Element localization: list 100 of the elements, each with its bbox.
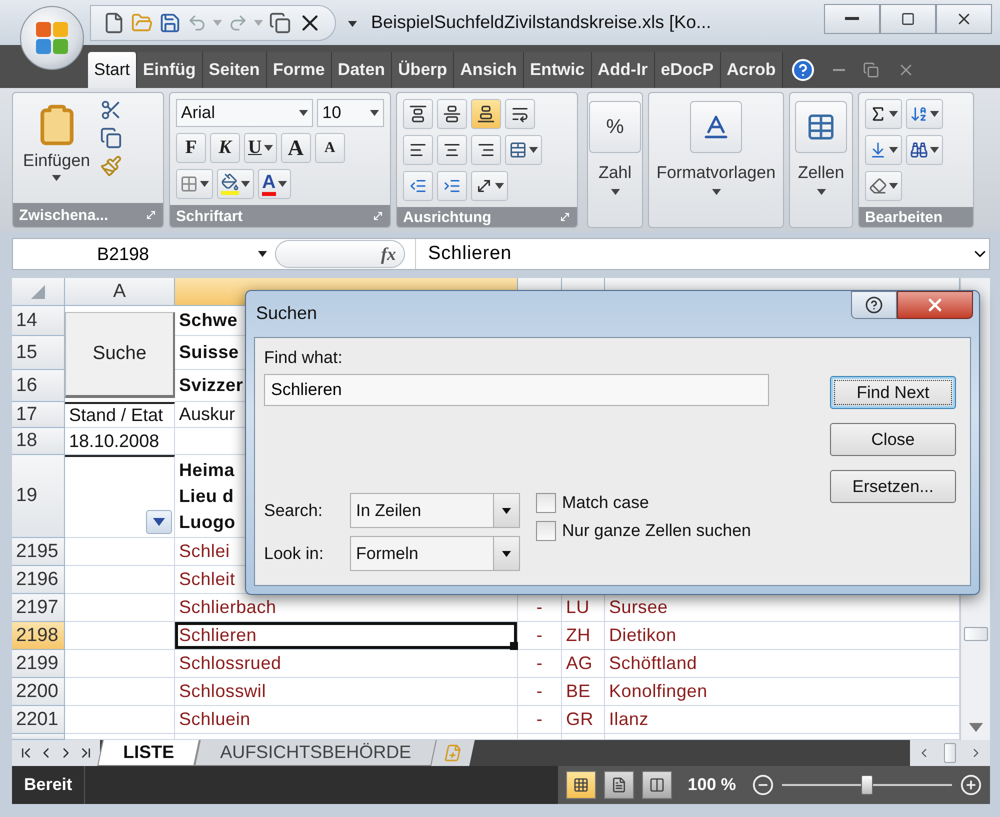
column-header[interactable]: A	[65, 278, 175, 306]
row-header[interactable]: 15	[12, 336, 65, 370]
sort-filter-button[interactable]	[906, 99, 943, 129]
name-box[interactable]: B2198	[13, 239, 275, 269]
column-heading-text: Lieu d	[179, 485, 234, 508]
grow-font-button[interactable]: A	[280, 133, 311, 163]
ribbon-tab[interactable]: Seiten	[202, 52, 267, 88]
row-header[interactable]: 2197	[12, 594, 65, 622]
row-header[interactable]: 2196	[12, 566, 65, 594]
ribbon-group-button[interactable]: Formatvorlagen	[648, 92, 784, 228]
new-file-icon[interactable]	[103, 12, 125, 34]
underline-button[interactable]: U	[244, 133, 277, 163]
row-header[interactable]: 16	[12, 370, 65, 402]
view-button[interactable]	[642, 771, 672, 799]
checkbox[interactable]	[536, 521, 556, 541]
minimize-button[interactable]	[824, 4, 880, 34]
restore-icon[interactable]	[862, 62, 879, 78]
align-right-button[interactable]	[471, 135, 501, 165]
align-center-button[interactable]	[437, 135, 467, 165]
font-name-field[interactable]: Arial	[176, 99, 314, 127]
font-color-button[interactable]: A	[258, 169, 291, 199]
wrap-text-button[interactable]	[505, 99, 535, 129]
italic-button[interactable]: K	[210, 133, 240, 163]
paste-button[interactable]: Einfügen	[19, 99, 94, 197]
scrollbar-thumb[interactable]	[944, 743, 956, 763]
borders-button[interactable]	[176, 169, 213, 199]
scissors-icon[interactable]	[100, 99, 122, 121]
row-header[interactable]: 14	[12, 306, 65, 336]
increase-indent-button[interactable]	[437, 171, 467, 201]
fill-color-button[interactable]	[217, 169, 254, 199]
checkbox[interactable]	[536, 493, 556, 513]
row-header[interactable]: 19	[12, 455, 65, 538]
zoom-out-icon[interactable]	[752, 774, 774, 796]
search-dropdown[interactable]: In Zeilen	[350, 493, 520, 528]
maximize-button[interactable]	[880, 4, 936, 34]
ribbon-tab[interactable]: Entwic	[524, 52, 592, 88]
launcher-icon[interactable]	[559, 211, 571, 223]
dialog-button[interactable]: Find Next	[830, 376, 956, 409]
align-middle-button[interactable]	[437, 99, 467, 129]
view-button[interactable]	[604, 771, 634, 799]
ribbon-tab[interactable]: Start	[88, 52, 137, 88]
ribbon-tab[interactable]: Einfüg	[136, 52, 203, 88]
paintbrush-icon[interactable]	[100, 155, 122, 177]
align-top-button[interactable]	[403, 99, 433, 129]
align-bottom-button[interactable]	[471, 99, 501, 129]
shrink-font-button[interactable]: A	[314, 133, 345, 163]
scrollbar-thumb[interactable]	[964, 627, 988, 641]
row-header[interactable]: 2195	[12, 538, 65, 566]
copy-icon[interactable]	[100, 127, 122, 149]
launcher-icon[interactable]	[145, 209, 157, 221]
close-button[interactable]	[897, 291, 973, 319]
zoom-in-icon[interactable]	[960, 774, 982, 796]
help-button[interactable]	[851, 291, 897, 319]
ribbon-tab[interactable]: eDocP	[654, 52, 721, 88]
find-field[interactable]: Schlieren	[264, 374, 769, 406]
ribbon-tab[interactable]: Forme	[266, 52, 332, 88]
merge-cells-button[interactable]	[505, 135, 542, 165]
sum-button[interactable]	[865, 99, 902, 129]
sheet-tab[interactable]: AUFSICHTSBEHÖRDE	[194, 740, 437, 766]
fill-button[interactable]	[865, 135, 902, 165]
row-header[interactable]: 2199	[12, 650, 65, 678]
borders-icon	[180, 175, 198, 193]
slider-thumb[interactable]	[861, 775, 873, 795]
find-button[interactable]	[906, 135, 943, 165]
font-size-field[interactable]: 10	[317, 99, 384, 127]
row-header[interactable]: 2201	[12, 706, 65, 734]
save-icon[interactable]	[159, 12, 181, 34]
launcher-icon[interactable]	[372, 210, 384, 222]
formula-field[interactable]: Schlieren	[415, 239, 971, 269]
ribbon-group-button[interactable]: % Zahl	[587, 92, 643, 228]
row-header[interactable]: 2200	[12, 678, 65, 706]
ribbon-tab[interactable]: Ansich	[454, 52, 524, 88]
clear-button[interactable]	[865, 171, 902, 201]
ribbon-group-button[interactable]: Zellen	[789, 92, 853, 228]
dialog-button[interactable]: Ersetzen...	[830, 470, 956, 503]
row-header[interactable]: 18	[12, 428, 65, 455]
dialog-button[interactable]: Close	[830, 423, 956, 456]
dialog-title: Suchen	[256, 303, 318, 324]
align-left-icon	[409, 141, 427, 159]
align-left-button[interactable]	[403, 135, 433, 165]
view-button[interactable]	[566, 771, 596, 799]
bold-button[interactable]: F	[176, 133, 206, 163]
help-icon[interactable]	[790, 58, 815, 82]
copy-icon[interactable]	[269, 12, 291, 34]
ribbon-tab[interactable]: Überp	[392, 52, 454, 88]
search-button[interactable]: Suche	[65, 312, 175, 398]
orientation-button[interactable]	[471, 171, 508, 201]
ribbon-tab[interactable]: Daten	[332, 52, 392, 88]
insert-function-button[interactable]: fx	[275, 240, 405, 268]
row-header[interactable]: 2198	[12, 622, 65, 650]
ribbon-tab[interactable]: Acrob	[720, 52, 783, 88]
decrease-indent-button[interactable]	[403, 171, 433, 201]
filter-button[interactable]	[146, 510, 172, 534]
row-header[interactable]: 17	[12, 402, 65, 428]
sheet-tab[interactable]: LISTE	[97, 740, 200, 766]
minimize-icon[interactable]	[832, 69, 845, 71]
ribbon-tab[interactable]: Add-Ir	[592, 52, 655, 88]
new-sheet-button[interactable]	[431, 740, 475, 766]
scroll-down-icon[interactable]	[968, 723, 982, 732]
look-in-dropdown[interactable]: Formeln	[350, 536, 520, 571]
